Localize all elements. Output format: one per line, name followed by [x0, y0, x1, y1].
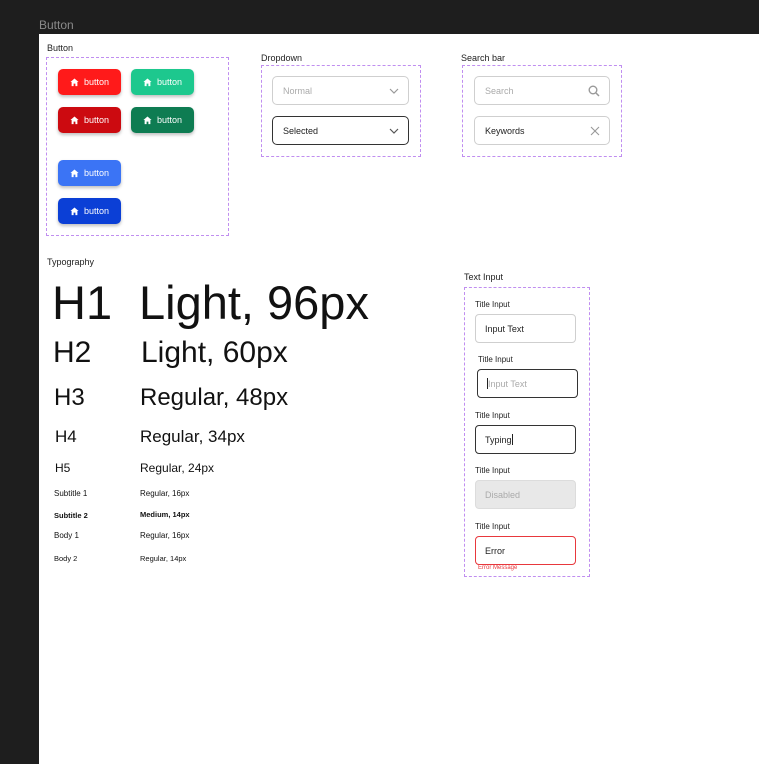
button-green[interactable]: button — [131, 69, 194, 95]
typo-subtitle2-desc: Medium, 14px — [140, 510, 190, 519]
close-icon[interactable] — [590, 126, 600, 136]
text-input-normal[interactable]: Input Text — [475, 314, 576, 343]
typo-h1-tag: H1 — [52, 276, 113, 329]
button-blue[interactable]: button — [58, 160, 121, 186]
typo-h3-tag: H3 — [54, 384, 85, 411]
search-input[interactable]: Search — [474, 76, 610, 105]
button-label: button — [83, 115, 110, 125]
text-input-value: Disabled — [485, 489, 521, 500]
button-label: button — [83, 168, 110, 178]
button-label: button — [83, 206, 110, 216]
error-message: Error Message — [478, 565, 518, 571]
typo-h4-desc: Regular, 34px — [140, 427, 245, 446]
text-input-title: Title Input — [475, 522, 510, 531]
typo-subtitle1-tag: Subtitle 1 — [54, 489, 88, 498]
home-icon — [70, 115, 79, 124]
dropdown-selected-value: Selected — [283, 125, 319, 136]
button-red-pressed[interactable]: button — [58, 107, 121, 133]
search-section-label: Search bar — [461, 53, 506, 63]
text-input-title: Title Input — [478, 355, 513, 364]
button-green-pressed[interactable]: button — [131, 107, 194, 133]
text-cursor — [511, 434, 513, 445]
design-canvas: Button button button button button butto… — [39, 34, 759, 764]
home-icon — [70, 168, 79, 177]
typo-h4-tag: H4 — [55, 427, 77, 446]
text-input-title: Title Input — [475, 411, 510, 420]
text-input-placeholder: Input Text — [488, 378, 527, 389]
text-input-value: Input Text — [485, 323, 524, 334]
button-blue-pressed[interactable]: button — [58, 198, 121, 224]
typography-section-label: Typography — [47, 257, 95, 267]
typo-body2-tag: Body 2 — [54, 554, 78, 563]
search-icon[interactable] — [588, 85, 600, 97]
text-input-title: Title Input — [475, 300, 510, 309]
home-icon — [143, 77, 152, 86]
text-input-section-label: Text Input — [464, 272, 504, 282]
typo-body2-desc: Regular, 14px — [140, 554, 187, 563]
search-placeholder: Search — [485, 85, 514, 96]
dropdown-section-label: Dropdown — [261, 53, 303, 63]
text-input-value: Typing — [485, 434, 512, 445]
text-input-disabled: Disabled — [475, 480, 576, 509]
typo-h5-desc: Regular, 24px — [140, 461, 215, 475]
text-input-value: Error — [485, 545, 505, 556]
frame-title: Button — [39, 18, 74, 32]
typo-h1-desc: Light, 96px — [139, 276, 369, 329]
dropdown-normal[interactable]: Normal — [272, 76, 409, 105]
typo-subtitle1-desc: Regular, 16px — [140, 489, 190, 498]
typo-h3-desc: Regular, 48px — [140, 384, 289, 411]
button-section-label: Button — [47, 43, 74, 53]
button-label: button — [156, 77, 183, 87]
search-input-filled[interactable]: Keywords — [474, 116, 610, 145]
chevron-down-icon — [389, 88, 399, 94]
home-icon — [143, 115, 152, 124]
typo-body1-tag: Body 1 — [54, 531, 79, 540]
chevron-down-icon — [389, 128, 399, 134]
home-icon — [70, 77, 79, 86]
search-value: Keywords — [485, 125, 525, 136]
typo-h2-tag: H2 — [53, 336, 92, 369]
typo-h2-desc: Light, 60px — [141, 336, 288, 369]
text-input-typing[interactable]: Typing — [475, 425, 576, 454]
home-icon — [70, 206, 79, 215]
typo-subtitle2-tag: Subtitle 2 — [54, 511, 88, 520]
dropdown-normal-value: Normal — [283, 85, 313, 96]
text-input-title: Title Input — [475, 466, 510, 475]
text-input-error[interactable]: Error — [475, 536, 576, 565]
dropdown-selected[interactable]: Selected — [272, 116, 409, 145]
text-input-focus[interactable]: Input Text — [477, 369, 578, 398]
button-label: button — [156, 115, 183, 125]
button-label: button — [83, 77, 110, 87]
typo-h5-tag: H5 — [55, 461, 71, 475]
typo-body1-desc: Regular, 16px — [140, 531, 190, 540]
button-red[interactable]: button — [58, 69, 121, 95]
